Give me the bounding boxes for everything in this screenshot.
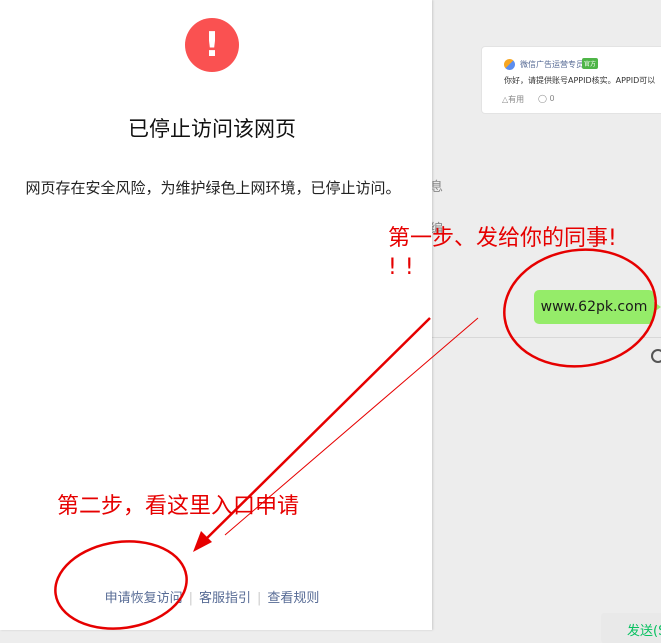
reply-card[interactable]: 微信广告运营专员-Su 官方 你好，请提供账号APPID核实。APPID可以 △… (481, 46, 661, 114)
exclamation-icon: ! (185, 18, 239, 72)
comment-count[interactable]: ◯ 0 (538, 94, 555, 103)
separator: | (257, 591, 262, 606)
annotation-step1-suffix: !! (388, 255, 422, 280)
avatar (504, 59, 515, 70)
annotation-step1: 第一步、发给你的同事! (388, 226, 617, 251)
annotation-step2: 第二步，看这里入口申请 (57, 494, 300, 519)
separator: | (188, 591, 193, 606)
send-button[interactable]: 发送(S) (601, 613, 661, 643)
card-message: 你好，请提供账号APPID核实。APPID可以 (504, 76, 656, 85)
useful-button[interactable]: △有用 (502, 94, 524, 105)
bottom-links: 申请恢复访问 | 客服指引 | 查看规则 (0, 587, 424, 606)
page-title: 已停止访问该网页 (128, 117, 296, 141)
appeal-link[interactable]: 申请恢复访问 (105, 591, 183, 606)
rules-link[interactable]: 查看规则 (267, 591, 319, 606)
message-bubble[interactable]: www.62pk.com (534, 290, 661, 324)
page-description: 网页存在安全风险，为维护绿色上网环境，已停止访问。 (25, 179, 401, 197)
official-badge: 官方 (582, 58, 599, 69)
blocked-page: ! 已停止访问该网页 网页存在安全风险，为维护绿色上网环境，已停止访问。 申请恢… (0, 0, 432, 630)
support-link[interactable]: 客服指引 (199, 591, 251, 606)
comment-count-value: 0 (549, 94, 555, 103)
divider (432, 337, 661, 338)
emoji-icon[interactable] (651, 349, 661, 363)
